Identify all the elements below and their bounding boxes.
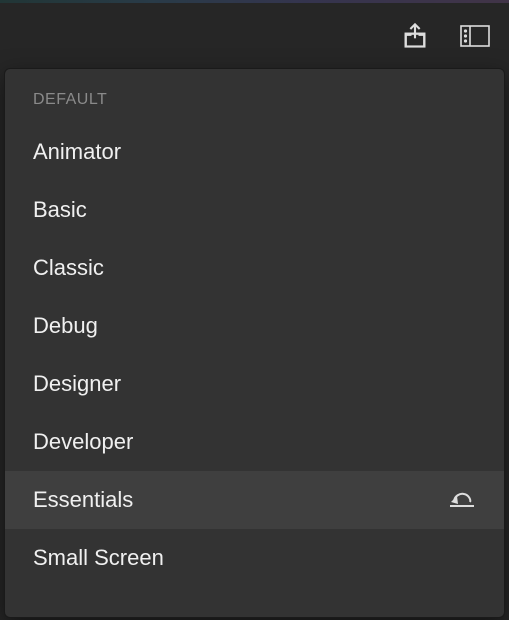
toolbar <box>0 3 509 68</box>
workspace-item-label: Debug <box>33 313 98 339</box>
workspace-item-designer[interactable]: Designer <box>5 355 504 413</box>
workspace-item-essentials[interactable]: Essentials <box>5 471 504 529</box>
workspace-item-label: Essentials <box>33 487 133 513</box>
section-header-default: DEFAULT <box>5 69 504 123</box>
workspace-item-developer[interactable]: Developer <box>5 413 504 471</box>
workspace-item-label: Small Screen <box>33 545 164 571</box>
top-accent-bar <box>0 0 509 3</box>
workspace-item-basic[interactable]: Basic <box>5 181 504 239</box>
workspace-item-animator[interactable]: Animator <box>5 123 504 181</box>
workspace-item-label: Animator <box>33 139 121 165</box>
reset-icon[interactable] <box>448 491 476 509</box>
workspace-dropdown: DEFAULT Animator Basic Classic Debug Designe… <box>4 68 505 618</box>
share-icon[interactable] <box>399 20 431 52</box>
workspace-panel-icon[interactable] <box>459 20 491 52</box>
workspace-item-label: Basic <box>33 197 87 223</box>
workspace-item-label: Classic <box>33 255 104 281</box>
workspace-item-label: Developer <box>33 429 133 455</box>
workspace-item-small-screen[interactable]: Small Screen <box>5 529 504 587</box>
workspace-item-label: Designer <box>33 371 121 397</box>
workspace-item-classic[interactable]: Classic <box>5 239 504 297</box>
workspace-item-debug[interactable]: Debug <box>5 297 504 355</box>
